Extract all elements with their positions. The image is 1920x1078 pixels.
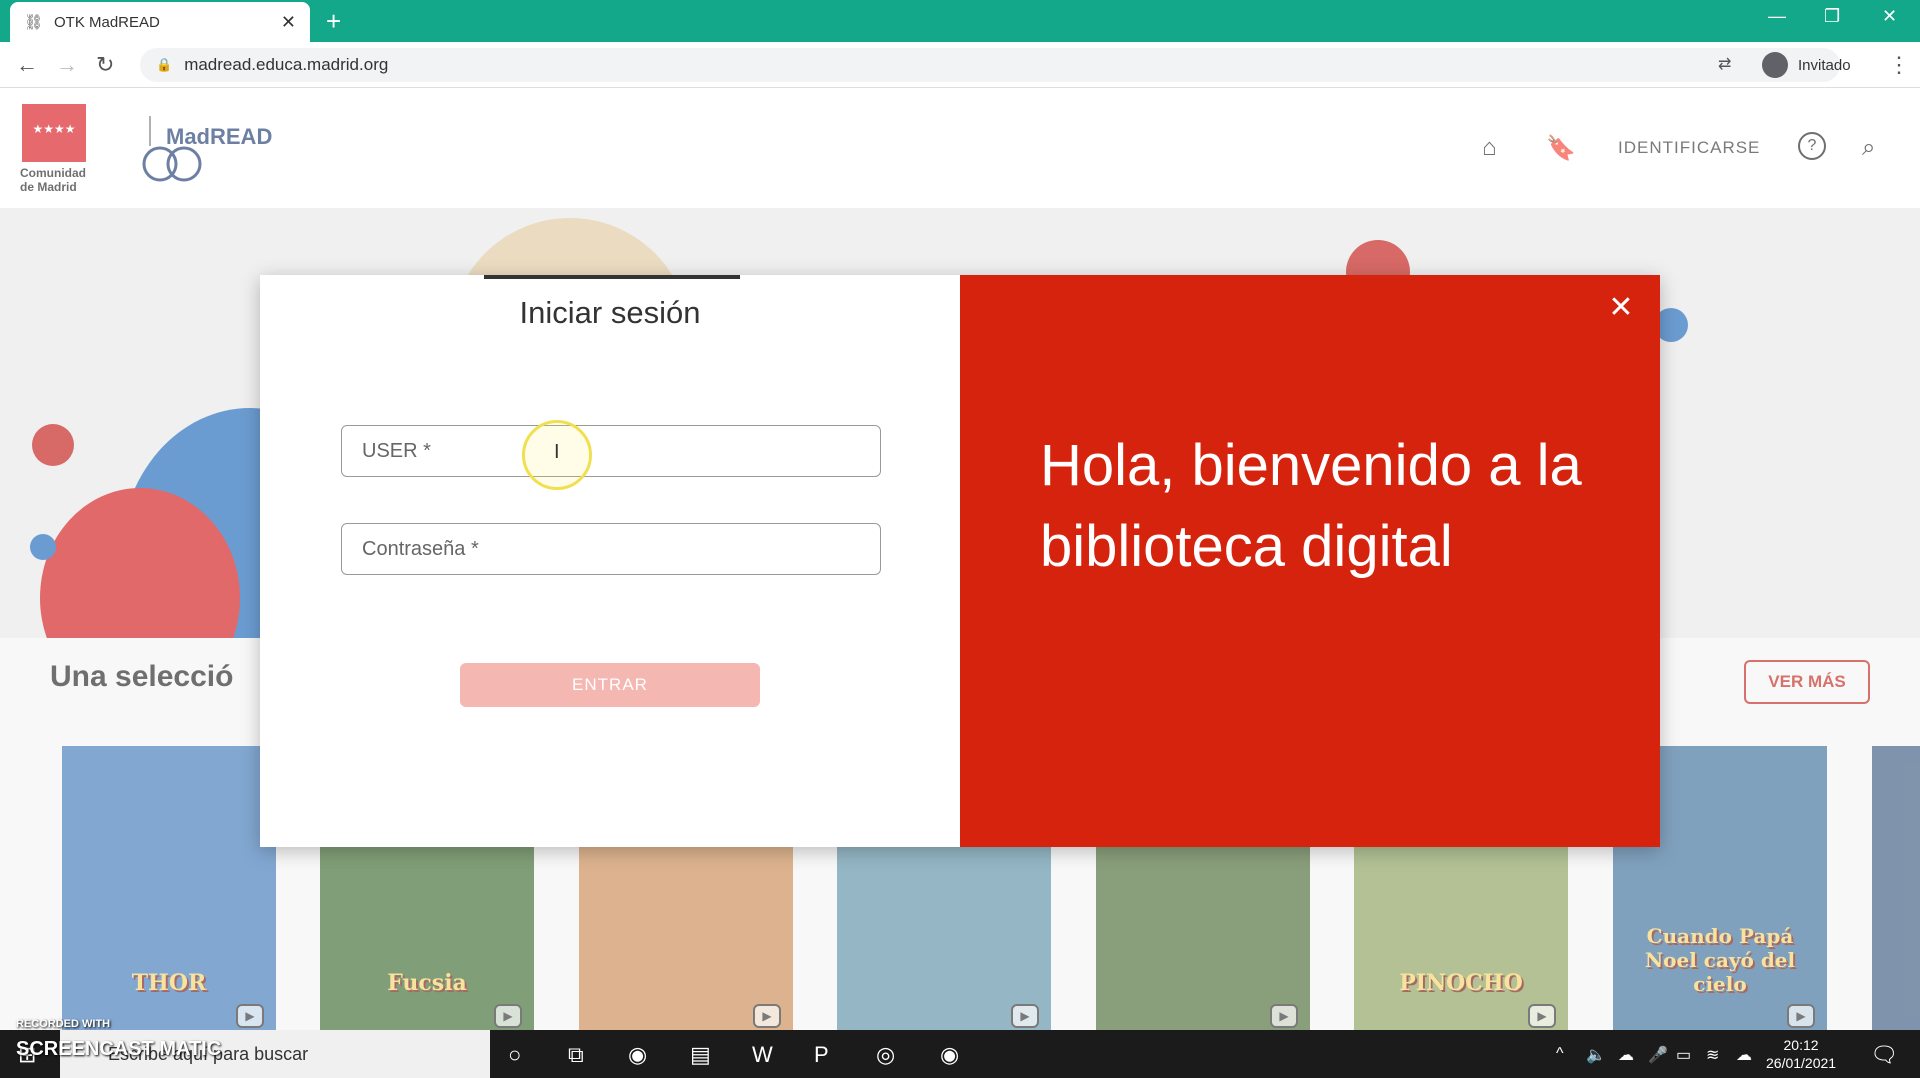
watermark-line1: RECORDED WITH xyxy=(16,1018,111,1030)
file-explorer-icon[interactable]: ▤ xyxy=(690,1042,711,1068)
notification-icon[interactable]: 🗨 xyxy=(1870,1042,1898,1068)
tab-title: OTK MadREAD xyxy=(54,13,160,31)
watermark-line2: SCREENCAST MATIC xyxy=(16,1038,222,1060)
minimize-icon[interactable]: — xyxy=(1768,6,1786,27)
forward-icon[interactable]: → xyxy=(56,52,78,78)
powerpoint-icon[interactable]: P xyxy=(814,1042,829,1068)
clock-time: 20:12 xyxy=(1783,1037,1819,1053)
welcome-text: Hola, bienvenido a la biblioteca digital xyxy=(1040,433,1582,579)
avatar xyxy=(1762,52,1788,78)
profile-label: Invitado xyxy=(1798,56,1851,74)
close-tab-icon[interactable]: ✕ xyxy=(281,12,296,33)
lock-icon: 🔒 xyxy=(156,57,173,72)
restore-icon[interactable]: ❐ xyxy=(1824,6,1840,27)
login-title: Iniciar sesión xyxy=(519,295,701,330)
clock-date: 26/01/2021 xyxy=(1766,1055,1837,1071)
task-view-icon[interactable]: ⧉ xyxy=(568,1042,584,1068)
volume-icon[interactable]: 🔈 xyxy=(1586,1045,1606,1065)
profile-button[interactable]: Invitado xyxy=(1762,49,1872,81)
login-panel: Iniciar sesión ENTRAR I xyxy=(260,275,960,847)
address-bar: ← → ↻ 🔒 madread.educa.madrid.org ⇄ Invit… xyxy=(0,42,1920,88)
wifi-icon[interactable]: ≋ xyxy=(1706,1045,1719,1065)
microphone-icon[interactable]: 🎤 xyxy=(1648,1045,1668,1065)
back-icon[interactable]: ← xyxy=(16,52,38,78)
close-modal-button[interactable]: ✕ xyxy=(1606,293,1636,323)
clock[interactable]: 20:12 26/01/2021 xyxy=(1766,1036,1836,1072)
cloud-sync-icon[interactable]: ☁ xyxy=(1736,1045,1752,1065)
tray-chevron-icon[interactable]: ^ xyxy=(1556,1045,1564,1063)
windows-taskbar: ⊞ Escribe aquí para buscar ○ ⧉ ◉ ▤ W P ◎… xyxy=(0,1030,1920,1078)
screencast-icon[interactable]: ◎ xyxy=(876,1042,895,1068)
url-text: madread.educa.madrid.org xyxy=(184,55,389,74)
cortana-icon[interactable]: ○ xyxy=(508,1042,521,1068)
new-tab-icon[interactable]: + xyxy=(326,8,341,34)
browser-tabbar: ⛓ OTK MadREAD ✕ + — ❐ ✕ xyxy=(0,0,1920,42)
text-cursor-icon: I xyxy=(554,441,560,463)
url-field[interactable]: 🔒 madread.educa.madrid.org xyxy=(140,48,1840,82)
battery-icon[interactable]: ▭ xyxy=(1676,1045,1691,1065)
welcome-panel: ✕ Hola, bienvenido a la biblioteca digit… xyxy=(960,275,1660,847)
chrome-active-icon[interactable]: ◉ xyxy=(940,1042,959,1068)
close-window-icon[interactable]: ✕ xyxy=(1882,6,1897,27)
reload-icon[interactable]: ↻ xyxy=(96,52,114,78)
onedrive-icon[interactable]: ☁ xyxy=(1618,1045,1634,1065)
tab-indicator xyxy=(484,275,740,279)
link-icon: ⛓ xyxy=(24,14,44,31)
user-input[interactable] xyxy=(341,425,881,477)
password-input[interactable] xyxy=(341,523,881,575)
word-icon[interactable]: W xyxy=(752,1042,773,1068)
login-submit-button[interactable]: ENTRAR xyxy=(460,663,760,707)
translate-icon[interactable]: ⇄ xyxy=(1718,54,1731,74)
chrome-icon[interactable]: ◉ xyxy=(628,1042,647,1068)
browser-tab[interactable]: ⛓ OTK MadREAD ✕ xyxy=(10,2,310,42)
menu-icon[interactable]: ⋮ xyxy=(1888,52,1910,78)
login-modal: Iniciar sesión ENTRAR I ✕ Hola, bienveni… xyxy=(260,275,1660,847)
page: ★★★★ Comunidad de Madrid MadREAD ⌂ 🔖 IDE… xyxy=(0,88,1920,1030)
